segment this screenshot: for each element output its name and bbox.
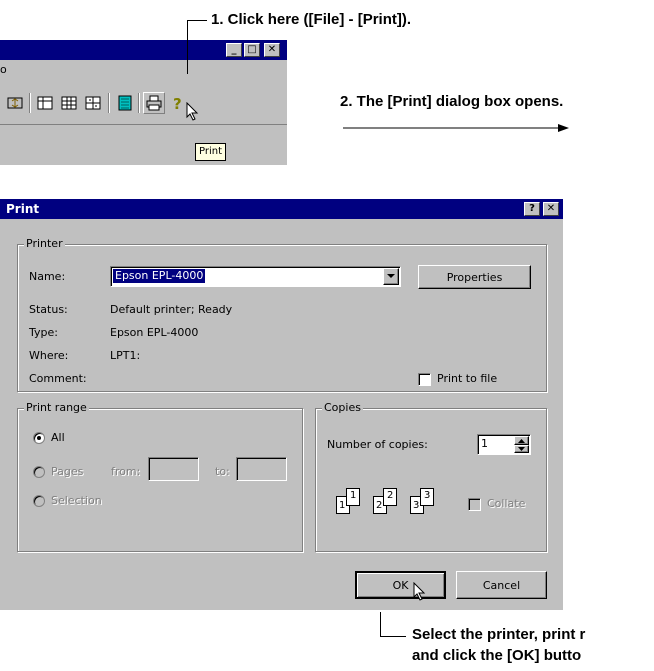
dialog-title: Print (6, 202, 40, 216)
print-icon[interactable] (143, 92, 165, 114)
group-title: Print range (24, 401, 89, 415)
collate-page-icon: 1 (346, 488, 360, 506)
collate-page-number: 1 (339, 500, 346, 511)
printer-name-select[interactable]: Epson EPL-4000 (110, 266, 401, 287)
print-dialog: Print ? ✕ Printer Name: Epson EPL-4000 P… (0, 199, 563, 610)
print-range-group: Print range All Pages from: to: Selectio… (17, 401, 303, 552)
callout-line (380, 636, 406, 637)
chevron-down-icon (387, 274, 395, 278)
group-title: Copies (322, 401, 363, 415)
chevron-down-icon (518, 447, 525, 451)
close-button[interactable]: ✕ (543, 202, 559, 216)
copies-spinner[interactable]: 1 (477, 434, 531, 455)
toolbar-separator (138, 93, 140, 113)
callout-line (187, 20, 207, 21)
pages-radio[interactable] (33, 466, 45, 478)
group-title: Printer (24, 237, 65, 251)
pages-label[interactable]: Pages (51, 465, 83, 479)
collate-label[interactable]: Collate (487, 497, 525, 511)
mouse-cursor-icon (413, 581, 427, 607)
align-icon[interactable] (4, 92, 26, 114)
name-label: Name: (29, 270, 65, 284)
toolbar-separator (108, 93, 110, 113)
collate-page-icon: 2 (383, 488, 397, 506)
all-radio[interactable] (33, 432, 45, 444)
selection-label[interactable]: Selection (51, 494, 102, 508)
help-button[interactable]: ? (524, 202, 540, 216)
collate-page-number: 3 (413, 500, 420, 511)
step1-annotation: 1. Click here ([File] - [Print]). (211, 11, 412, 28)
calculator-icon[interactable] (114, 92, 136, 114)
ok-button[interactable]: OK (355, 571, 446, 599)
callout-line (187, 20, 188, 74)
properties-button[interactable]: Properties (418, 265, 531, 289)
where-value: LPT1: (110, 349, 141, 362)
menu-bar: o (0, 60, 287, 80)
close-button[interactable]: ✕ (264, 43, 280, 57)
collate-page-number: 1 (350, 490, 357, 501)
cells-icon[interactable] (82, 92, 104, 114)
toolbar-divider (0, 124, 287, 125)
print-to-file-checkbox[interactable] (418, 373, 431, 386)
collate-page-number: 3 (424, 490, 431, 501)
application-window-crop: _ □ ✕ o ? Print (0, 40, 287, 165)
to-label: to: (215, 465, 230, 478)
arrow-right-icon (343, 120, 573, 138)
status-value: Default printer; Ready (110, 303, 233, 316)
svg-text:?: ? (173, 95, 182, 111)
comment-label: Comment: (29, 372, 87, 385)
collate-page-number: 2 (376, 500, 383, 511)
step2-annotation: 2. The [Print] dialog box opens. (340, 93, 564, 110)
spin-up-button[interactable] (514, 436, 529, 445)
from-label: from: (111, 465, 141, 478)
printer-group: Printer Name: Epson EPL-4000 Properties … (17, 237, 547, 392)
toolbar-separator (29, 93, 31, 113)
spin-down-button[interactable] (514, 445, 529, 453)
from-input[interactable] (148, 457, 199, 481)
type-value: Epson EPL-4000 (110, 326, 199, 339)
menu-item-fragment[interactable]: o (0, 63, 7, 76)
toolbar: ? (0, 88, 287, 121)
collate-page-number: 2 (387, 490, 394, 501)
copies-group: Copies Number of copies: 1 1 1 2 2 3 3 C… (315, 401, 547, 552)
dialog-title-bar: Print ? ✕ (0, 199, 563, 219)
print-tooltip: Print (195, 143, 227, 161)
name-label-text: Name: (29, 270, 66, 283)
chevron-up-icon (518, 438, 525, 443)
collate-checkbox[interactable] (468, 498, 481, 511)
step3-annotation-line1: Select the printer, print r (412, 626, 586, 643)
type-label: Type: (29, 326, 58, 339)
selection-radio[interactable] (33, 495, 45, 507)
table-icon[interactable] (34, 92, 56, 114)
dropdown-button[interactable] (383, 268, 399, 285)
cancel-button[interactable]: Cancel (456, 571, 547, 599)
minimize-button[interactable]: _ (226, 43, 242, 57)
collate-page-icon: 3 (420, 488, 434, 506)
title-bar: _ □ ✕ (0, 40, 287, 60)
where-label: Where: (29, 349, 69, 362)
maximize-button[interactable]: □ (244, 43, 260, 57)
print-to-file-label[interactable]: Print to file (437, 372, 497, 386)
number-of-copies-label: Number of copies: (327, 438, 428, 451)
printer-name-value: Epson EPL-4000 (113, 269, 206, 283)
to-input[interactable] (236, 457, 287, 481)
status-label: Status: (29, 303, 68, 316)
all-label[interactable]: All (51, 431, 65, 445)
callout-line (380, 612, 381, 636)
copies-value: 1 (481, 437, 488, 450)
step3-annotation-line2: and click the [OK] butto (412, 647, 582, 664)
grid-icon[interactable] (58, 92, 80, 114)
